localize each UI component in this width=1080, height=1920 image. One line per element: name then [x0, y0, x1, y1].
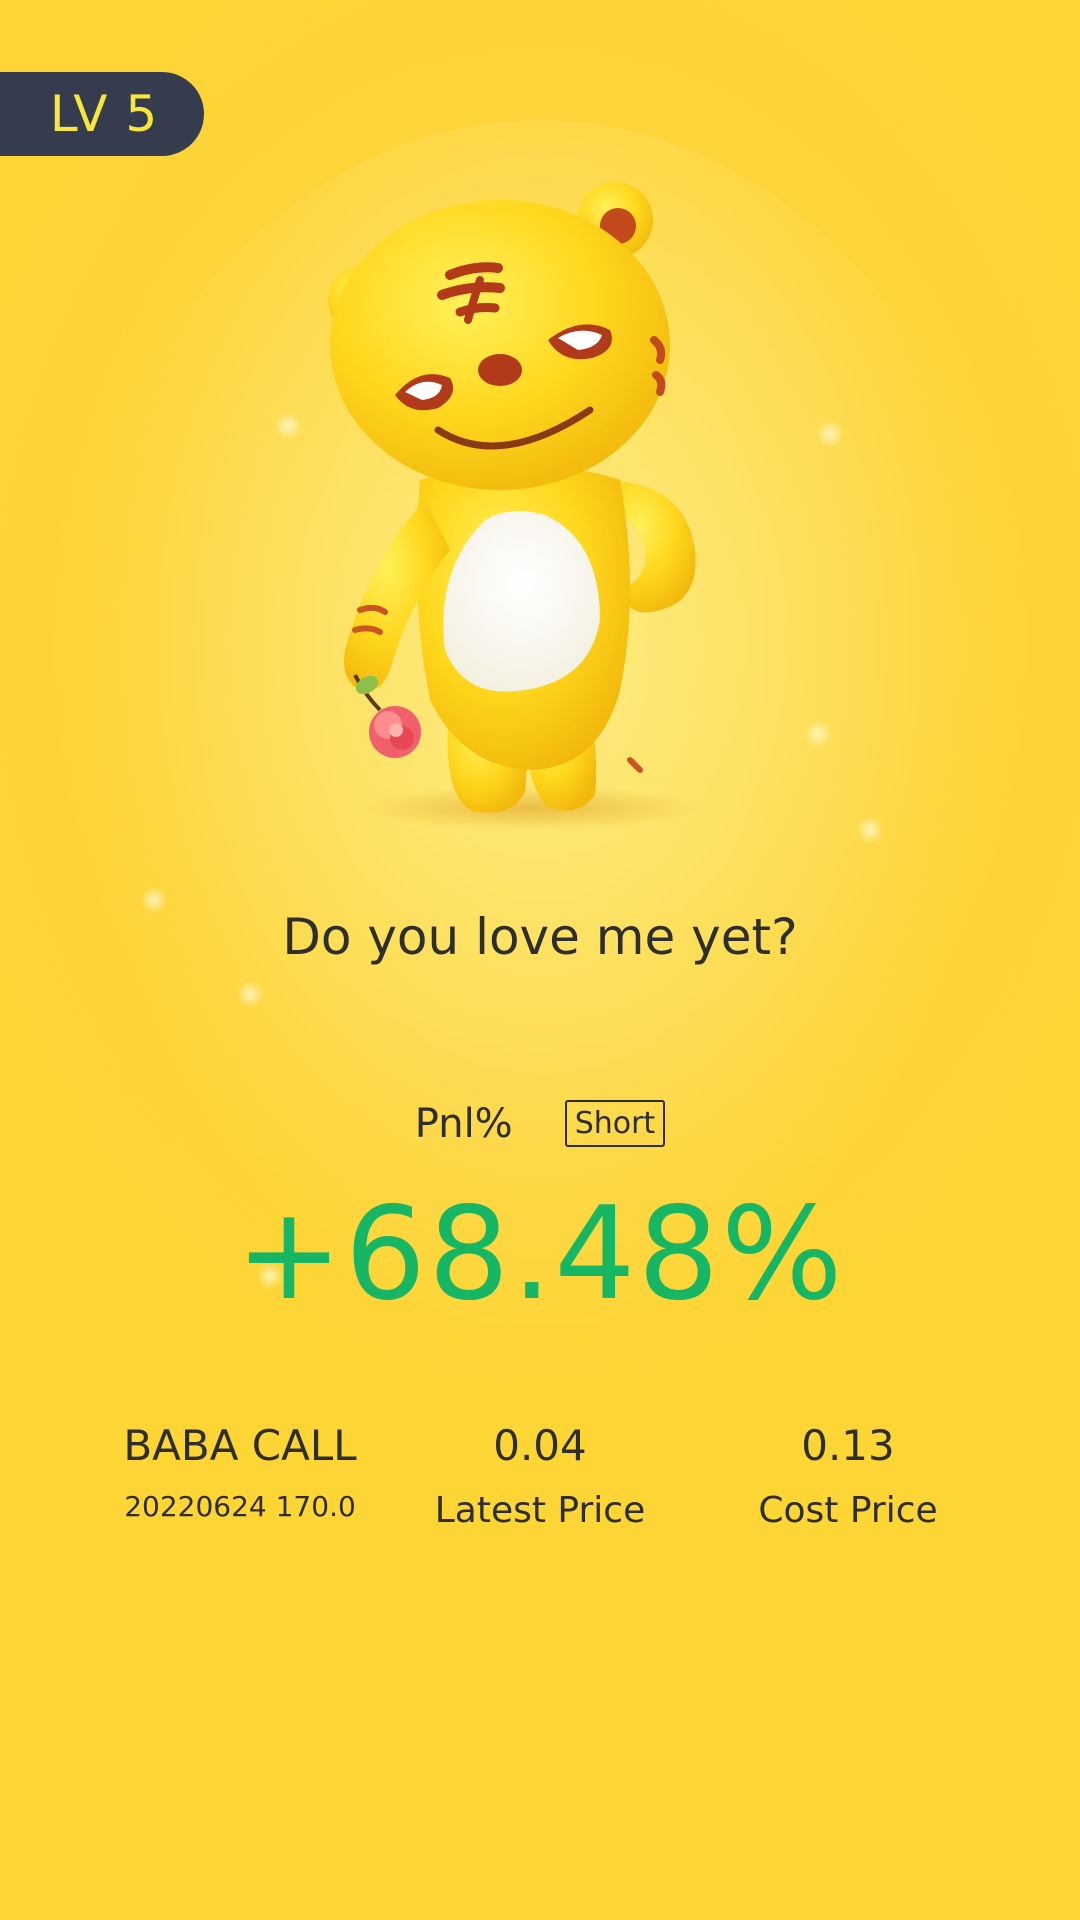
latest-price: 0.04 Latest Price: [390, 1418, 690, 1531]
pnl-header: Pnl% Short: [0, 1100, 1080, 1147]
level-badge-label: LV 5: [49, 85, 159, 143]
sparkle: [804, 720, 832, 748]
sparkle: [236, 980, 264, 1008]
pnl-percentage: +68.48%: [235, 1180, 845, 1329]
pnl-label: Pnl%: [414, 1100, 513, 1147]
tiger-mascot-icon: [328, 182, 700, 830]
contract-symbol: BABA CALL: [123, 1421, 357, 1470]
tagline: Do you love me yet?: [282, 908, 798, 966]
contract-info: BABA CALL 20220624 170.0: [90, 1418, 390, 1523]
cost-price: 0.13 Cost Price: [698, 1418, 998, 1531]
position-direction-badge: Short: [564, 1100, 666, 1147]
latest-price-label: Latest Price: [434, 1490, 646, 1531]
level-badge[interactable]: LV 5: [0, 72, 204, 156]
sparkle: [816, 420, 844, 448]
latest-price-value: 0.04: [493, 1421, 587, 1470]
sparkle: [856, 816, 884, 844]
sparkle: [274, 412, 302, 440]
contract-detail: 20220624 170.0: [124, 1490, 356, 1523]
cost-price-value: 0.13: [801, 1421, 895, 1470]
cost-price-label: Cost Price: [758, 1490, 938, 1531]
